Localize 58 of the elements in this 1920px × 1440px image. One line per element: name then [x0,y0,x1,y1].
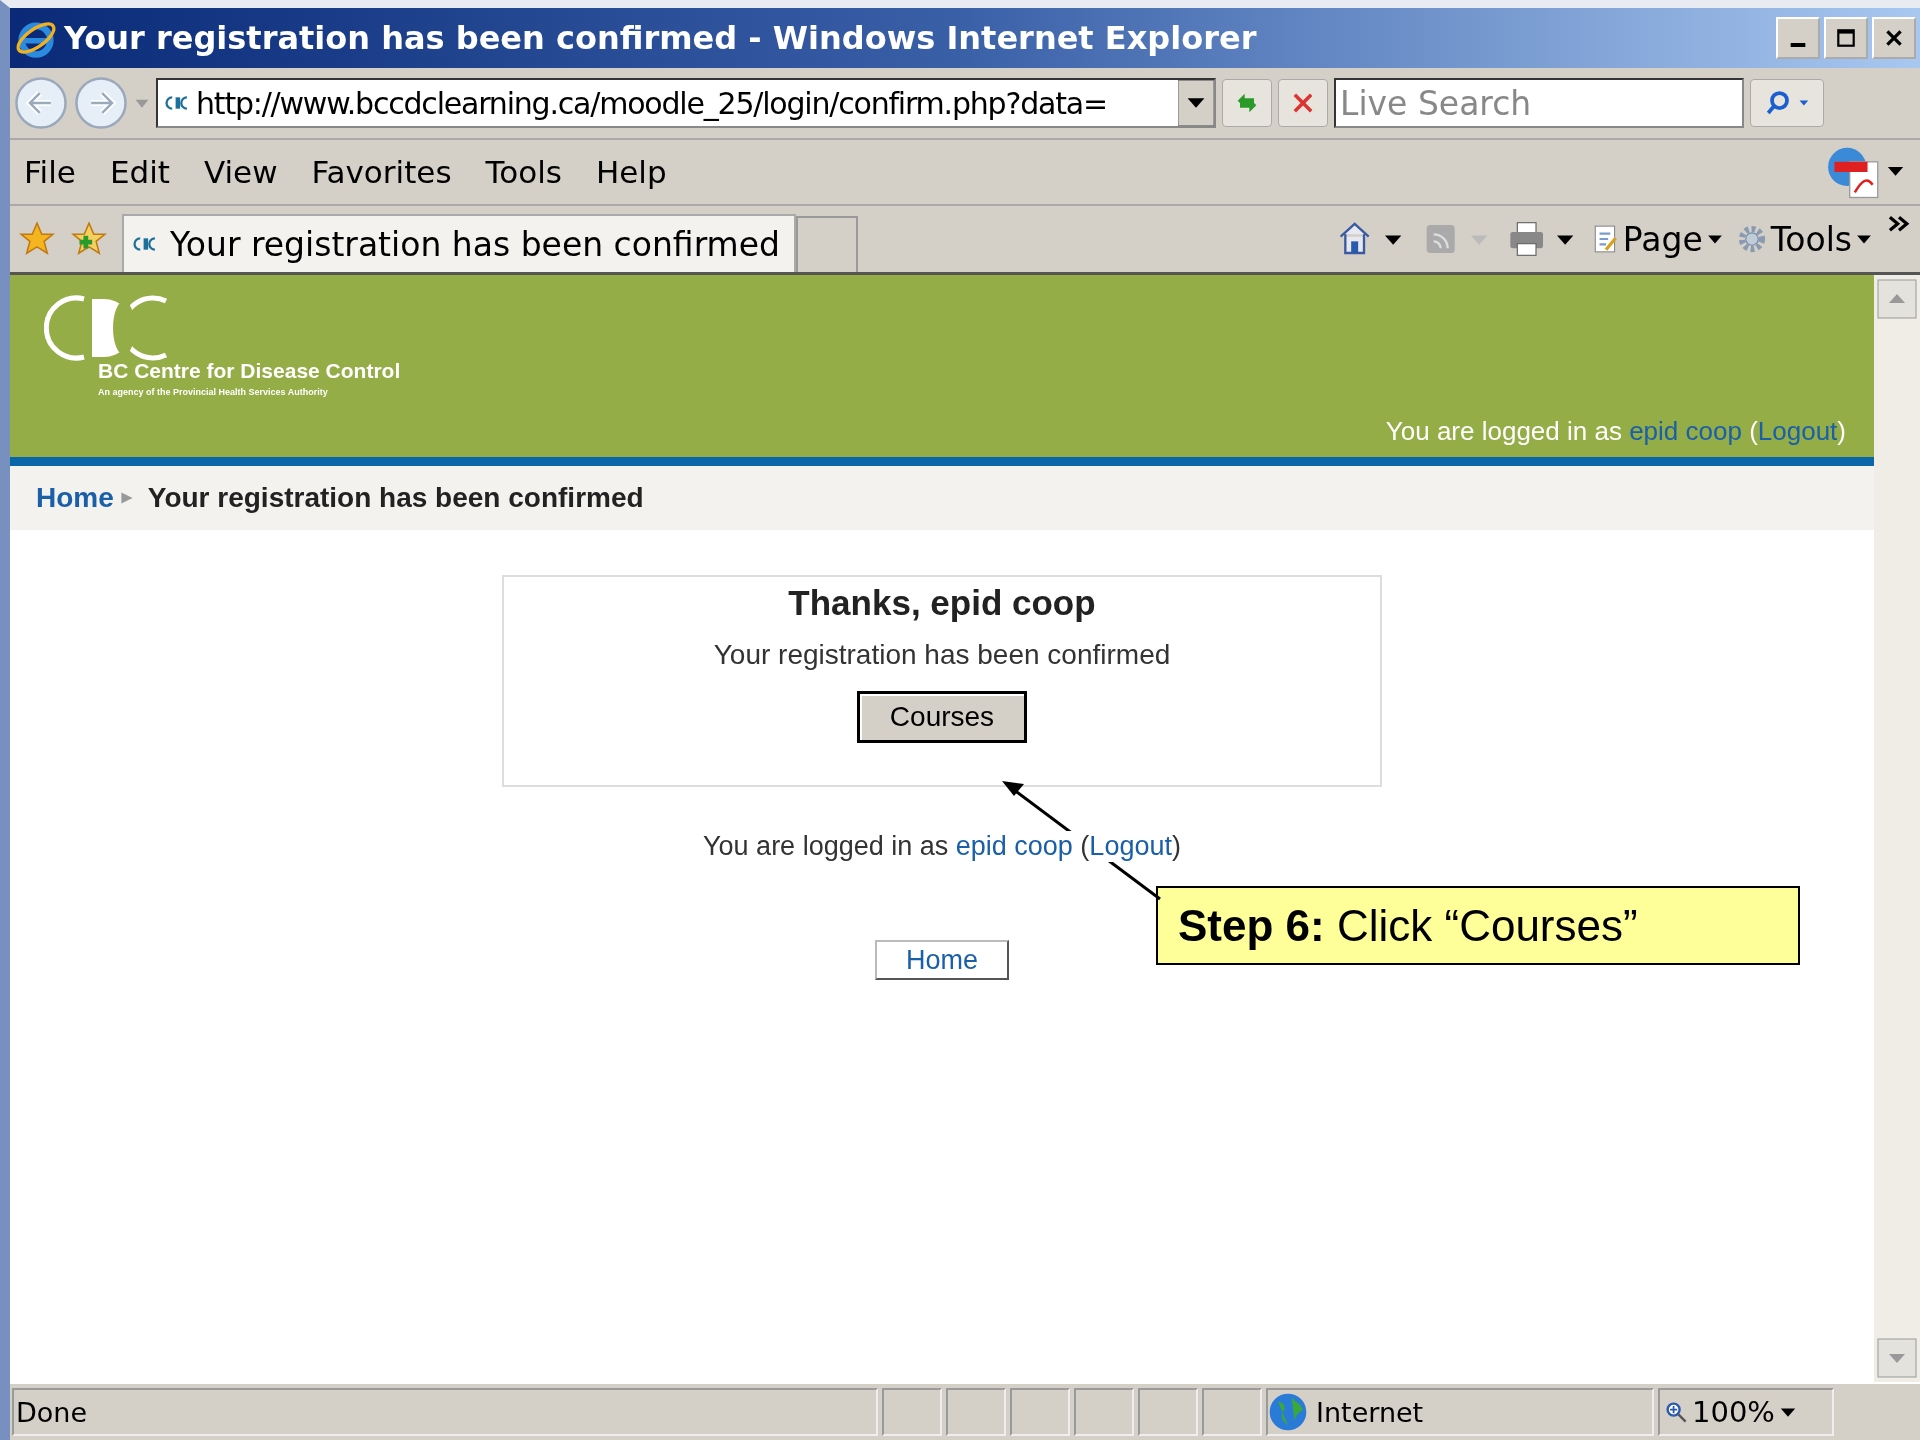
forward-icon[interactable] [74,76,128,130]
login-status-text: You are logged in as epid coop (Logout) [703,831,1181,862]
close-button[interactable] [1872,17,1916,59]
menu-item[interactable]: View [203,154,278,190]
status-pane [1010,1388,1070,1436]
status-text: Done [12,1388,878,1436]
status-pane [1074,1388,1134,1436]
menu-item[interactable]: Edit [109,154,170,190]
refresh-button[interactable] [1222,79,1272,127]
settings-icon [1736,224,1767,254]
command-menu-button[interactable]: Page [1592,219,1723,259]
page-icon [1592,224,1619,254]
zoom-button[interactable]: 100% [1658,1388,1834,1436]
dropdown-arrow-icon[interactable] [1178,80,1214,126]
scroll-up-icon[interactable] [1877,279,1917,319]
confirmation-heading: Thanks, epid coop [788,583,1096,623]
dropdown-arrow-icon [1778,1406,1797,1418]
vertical-scrollbar[interactable] [1874,275,1920,1382]
confirmation-message: Your registration has been confirmed [713,639,1171,671]
stop-button[interactable] [1278,79,1328,127]
search-field[interactable]: Live Search [1334,78,1744,128]
menu-item[interactable]: Tools [485,154,562,190]
status-pane [1138,1388,1198,1436]
minimize-button[interactable] [1776,17,1820,59]
command-menu-button[interactable]: Tools [1736,219,1872,259]
menu-item[interactable]: Favorites [311,154,452,190]
login-status-text: You are logged in as epid coop (Logout) [1385,416,1846,447]
back-icon[interactable] [14,76,68,130]
close-icon [1883,27,1905,49]
search-button[interactable] [1750,79,1824,127]
globe-icon [1268,1392,1308,1432]
address-field[interactable]: http://www.bccdclearning.ca/moodle_25/login/confirm.php?data= [156,78,1216,128]
window-title: Your registration has been confirmed - Windows Internet Explorer [64,19,1258,57]
courses-button[interactable]: Courses [857,691,1027,743]
breadcrumb-separator-icon [119,491,134,505]
organization-name: BC Centre for Disease Control [98,359,401,383]
new-tab-button[interactable] [796,216,859,272]
organization-tagline: An agency of the Provincial Health Services Authority [98,387,329,397]
instruction-callout: Step 6: Click “Courses” [1156,886,1800,965]
logout-link[interactable]: Logout [1089,831,1172,861]
zoom-icon [1664,1400,1688,1424]
maximize-icon [1835,27,1857,49]
user-link[interactable]: epid coop [955,831,1073,861]
menu-item[interactable]: Help [595,154,667,190]
browser-tab[interactable]: Your registration has been confirmed [122,214,797,272]
scroll-down-icon[interactable] [1877,1338,1917,1378]
status-pane [946,1388,1006,1436]
home-button[interactable]: Home [875,940,1009,980]
menu-item[interactable]: File [24,154,76,190]
minimize-icon [1790,43,1806,47]
dropdown-arrow-icon [1706,233,1723,245]
maximize-button[interactable] [1824,17,1868,59]
dropdown-arrow-icon [1856,233,1872,245]
security-zone: Internet [1266,1388,1654,1436]
breadcrumb-home-link[interactable]: Home [36,482,114,514]
status-pane [1202,1388,1262,1436]
breadcrumb-current: Your registration has been confirmed [147,482,644,514]
status-pane [882,1388,942,1436]
